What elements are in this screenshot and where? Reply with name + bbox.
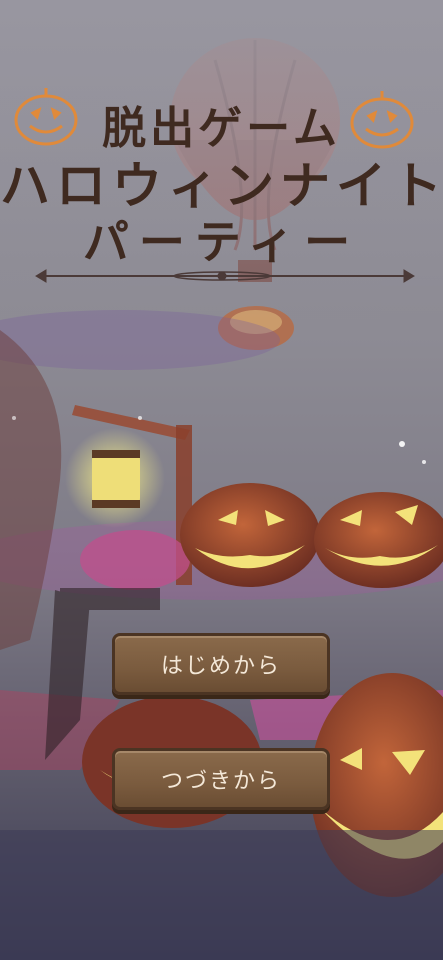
continue-game-button[interactable]: つづきから xyxy=(112,748,330,810)
title-line-party: パーティー xyxy=(82,215,361,269)
start-new-game-button[interactable]: はじめから xyxy=(112,633,330,695)
pumpkin-center xyxy=(180,483,320,587)
